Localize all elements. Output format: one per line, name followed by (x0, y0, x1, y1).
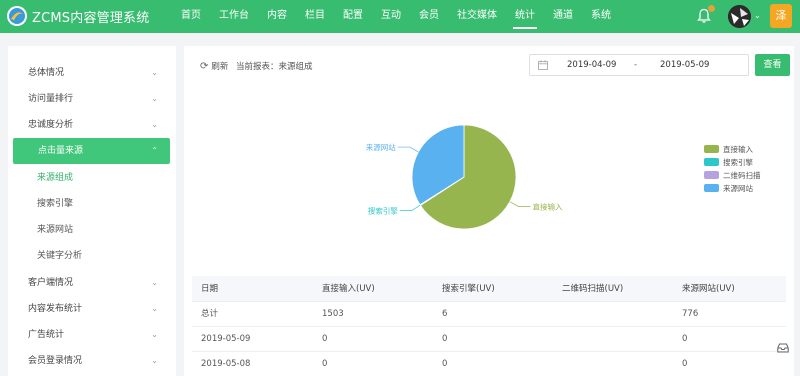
sidebar-item-label: 忠诚度分析 (28, 120, 74, 130)
nav-item-system[interactable]: 系统 (582, 0, 620, 33)
nav-item-statistics[interactable]: 统计 (506, 0, 544, 33)
nav-item-interaction[interactable]: 互动 (372, 0, 410, 33)
user-badge[interactable]: 泽 (770, 4, 792, 28)
app-name: ZCMS内容管理系统 (32, 10, 150, 26)
sidebar-item-label: 广告统计 (28, 330, 65, 340)
legend-swatch (704, 184, 719, 192)
query-button[interactable]: 查看 (755, 54, 790, 76)
sidebar-item-label: 内容发布统计 (28, 304, 83, 314)
column-header[interactable]: 来源网站(UV) (682, 276, 735, 302)
table-cell: 6 (442, 309, 448, 319)
refresh-icon: ⟳ (200, 60, 209, 72)
table-row: 总计 1503 6 776 (192, 302, 786, 327)
nav-item-config[interactable]: 配置 (334, 0, 372, 33)
sidebar-item-click-source[interactable]: 点击量来源 ⌃ (13, 138, 170, 164)
sidebar-item-ad-stats[interactable]: 广告统计 ⌄ (8, 322, 176, 348)
avatar[interactable] (728, 5, 751, 28)
main-panel: ⟳ 刷新 当前报表：来源组成 2019-04-09 - 2019-05-09 查… (184, 46, 794, 376)
table-cell: 0 (682, 359, 688, 369)
top-navbar: ZCMS内容管理系统 首页 工作台 内容 栏目 配置 互动 会员 社交媒体 统计… (0, 0, 800, 33)
calendar-icon (538, 60, 548, 70)
source-pie-chart: 来源网站搜索引擎 直接输入直接输入搜索引擎二维码扫描来源网站 (366, 124, 761, 230)
chevron-down-icon: ⌄ (151, 68, 158, 77)
nav-item-social-media[interactable]: 社交媒体 (448, 0, 506, 33)
current-report-label: 当前报表：来源组成 (236, 62, 313, 72)
table-row: 2019-05-08 0 0 0 (192, 352, 786, 376)
main-nav: 首页 工作台 内容 栏目 配置 互动 会员 社交媒体 统计 通道 系统 (172, 0, 620, 33)
table-cell: 0 (322, 359, 328, 369)
legend-swatch (704, 145, 719, 153)
source-table: 日期 直接输入(UV) 搜索引擎(UV) 二维码扫描(UV) 来源网站(UV) … (192, 276, 786, 376)
sidebar-item-visit-ranking[interactable]: 访问量排行 ⌄ (8, 86, 176, 112)
table-header-row: 日期 直接输入(UV) 搜索引擎(UV) 二维码扫描(UV) 来源网站(UV) (192, 276, 786, 302)
pie-slice-label: 搜索引擎 (368, 206, 398, 216)
sidebar-item-label: 客户端情况 (28, 278, 74, 288)
sidebar-item-publish-stats[interactable]: 内容发布统计 ⌄ (8, 296, 176, 322)
app-logo[interactable]: ZCMS内容管理系统 (6, 5, 149, 27)
legend-label: 二维码扫描 (723, 170, 761, 180)
nav-item-workbench[interactable]: 工作台 (210, 0, 258, 33)
chevron-down-icon: ⌄ (151, 356, 158, 365)
chevron-up-icon: ⌃ (151, 146, 158, 155)
table-cell: 0 (442, 359, 448, 369)
inbox-icon[interactable] (777, 343, 789, 353)
legend-swatch (704, 171, 719, 179)
legend-label: 来源网站 (723, 183, 753, 193)
nav-item-channel[interactable]: 通道 (544, 0, 582, 33)
refresh-button[interactable]: ⟳ 刷新 (200, 60, 229, 73)
table-cell: 776 (682, 309, 699, 319)
sidebar-item-label: 会员登录情况 (28, 356, 83, 366)
chevron-down-icon: ⌄ (151, 278, 158, 287)
sidebar-item-member-login[interactable]: 会员登录情况 ⌄ (8, 348, 176, 374)
table-cell: 2019-05-09 (201, 334, 251, 344)
sidebar-item-label: 访问量排行 (28, 94, 74, 104)
pie-label-line (399, 204, 421, 211)
chevron-down-icon: ⌄ (151, 120, 158, 129)
pie-label-line (509, 201, 531, 207)
notification-badge (708, 5, 715, 12)
table-row: 2019-05-09 0 0 0 (192, 327, 786, 352)
date-end-input[interactable]: 2019-05-09 (660, 60, 709, 70)
chevron-down-icon[interactable]: ⌄ (754, 11, 761, 20)
date-separator: - (634, 60, 638, 70)
sidebar-sub-source-site[interactable]: 来源网站 (8, 217, 176, 243)
table-cell: 0 (442, 334, 448, 344)
nav-item-catalog[interactable]: 栏目 (296, 0, 334, 33)
logo-icon (7, 6, 27, 26)
sidebar-sub-source-composition[interactable]: 来源组成 (8, 165, 176, 191)
sidebar-sub-keyword[interactable]: 关键字分析 (8, 243, 176, 269)
table-cell: 0 (322, 334, 328, 344)
sidebar-item-label: 总体情况 (28, 68, 65, 78)
table-cell: 总计 (201, 309, 219, 319)
sidebar-item-overview[interactable]: 总体情况 ⌄ (8, 60, 176, 86)
column-header[interactable]: 二维码扫描(UV) (562, 276, 623, 302)
date-start-input[interactable]: 2019-04-09 (567, 60, 616, 70)
column-header[interactable]: 搜索引擎(UV) (442, 276, 495, 302)
sidebar-item-client[interactable]: 客户端情况 ⌄ (8, 270, 176, 296)
nav-item-home[interactable]: 首页 (172, 0, 210, 33)
pie-slice-label: 来源网站 (366, 142, 396, 152)
chevron-down-icon: ⌄ (151, 330, 158, 339)
pie-label-line (397, 146, 419, 153)
nav-item-content[interactable]: 内容 (258, 0, 296, 33)
avatar-image (728, 5, 751, 28)
legend-swatch (704, 158, 719, 166)
sidebar: 总体情况 ⌄ 访问量排行 ⌄ 忠诚度分析 ⌄ 点击量来源 ⌃ 来源组成 搜索引擎… (8, 46, 176, 376)
column-header[interactable]: 直接输入(UV) (322, 276, 375, 302)
table-cell: 2019-05-08 (201, 359, 251, 369)
sidebar-sub-search-engine[interactable]: 搜索引擎 (8, 191, 176, 217)
sidebar-item-label: 点击量来源 (38, 146, 84, 156)
chevron-down-icon: ⌄ (151, 304, 158, 313)
date-range-picker[interactable]: 2019-04-09 - 2019-05-09 (529, 54, 749, 76)
sidebar-item-loyalty[interactable]: 忠诚度分析 ⌄ (8, 112, 176, 138)
chevron-down-icon: ⌄ (151, 94, 158, 103)
legend-label: 搜索引擎 (723, 157, 753, 167)
table-cell: 0 (682, 334, 688, 344)
legend-label: 直接输入 (723, 144, 753, 154)
refresh-label: 刷新 (211, 62, 229, 72)
pie-slice-label: 直接输入 (533, 201, 563, 211)
nav-item-member[interactable]: 会员 (410, 0, 448, 33)
table-cell: 1503 (322, 309, 344, 319)
column-header[interactable]: 日期 (201, 276, 218, 302)
